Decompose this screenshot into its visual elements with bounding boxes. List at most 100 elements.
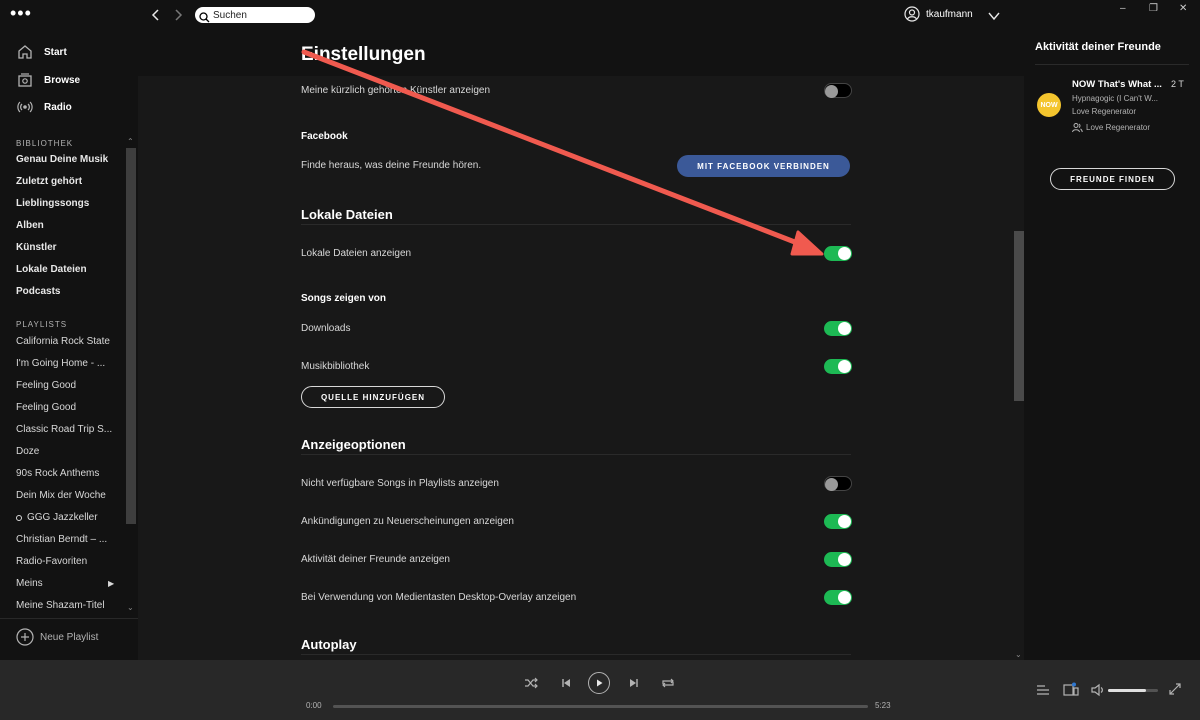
friend-avatar[interactable]: NOW xyxy=(1037,93,1061,117)
scroll-down-icon[interactable]: ⌄ xyxy=(127,603,134,612)
username: tkaufmann xyxy=(926,8,973,20)
playlists-heading: PLAYLISTS xyxy=(16,320,68,329)
playlist-item[interactable]: Dein Mix der Woche xyxy=(16,490,124,501)
library-heading: BIBLIOTHEK xyxy=(16,139,74,148)
toggle-friend-activity[interactable] xyxy=(824,552,852,567)
add-source-button[interactable]: QUELLE HINZUFÜGEN xyxy=(301,386,445,408)
playlist-item[interactable]: Christian Berndt – ... xyxy=(16,534,124,545)
new-playlist-button[interactable]: Neue Playlist xyxy=(16,628,98,646)
users-icon xyxy=(1072,122,1083,133)
playlist-item[interactable]: Doze xyxy=(16,446,124,457)
search-icon xyxy=(199,10,210,22)
library-item-recently-played[interactable]: Zuletzt gehört xyxy=(16,176,124,187)
toggle-knob xyxy=(838,553,851,566)
library-item-albums[interactable]: Alben xyxy=(16,220,124,231)
progress-bar[interactable] xyxy=(333,705,868,708)
playlist-item[interactable]: California Rock State xyxy=(16,336,124,347)
settings-view: Einstellungen Meine kürzlich gehörten Kü… xyxy=(138,30,1024,660)
search-bar[interactable] xyxy=(195,7,315,23)
sidebar-divider xyxy=(0,618,138,619)
nav-item-label: Browse xyxy=(44,74,81,86)
library-item-podcasts[interactable]: Podcasts xyxy=(16,286,124,297)
scroll-up-icon[interactable]: ⌃ xyxy=(127,137,134,146)
nav-item-browse[interactable]: Browse xyxy=(16,69,80,91)
player-bar: 0:00 5:23 xyxy=(0,660,1200,720)
setting-label: Lokale Dateien anzeigen xyxy=(301,248,412,259)
app-menu-button[interactable]: ••• xyxy=(10,4,32,22)
forward-button[interactable] xyxy=(170,7,186,23)
shuffle-icon[interactable] xyxy=(523,675,539,691)
volume-slider[interactable] xyxy=(1108,689,1158,692)
expand-icon[interactable] xyxy=(1168,682,1184,698)
folder-expand-icon[interactable]: ▶ xyxy=(108,579,114,588)
facebook-text: Finde heraus, was deine Freunde hören. xyxy=(301,160,482,171)
play-button[interactable] xyxy=(588,672,610,694)
friends-divider xyxy=(1035,64,1189,65)
toggle-new-releases[interactable] xyxy=(824,514,852,529)
friend-song-link[interactable]: NOW That's What ... xyxy=(1072,79,1170,90)
friend-context-link[interactable]: Love Regenerator xyxy=(1072,122,1150,133)
nav-item-radio[interactable]: Radio xyxy=(16,96,72,118)
library-item-local-files[interactable]: Lokale Dateien xyxy=(16,264,124,275)
playlist-item[interactable]: Feeling Good xyxy=(16,402,124,413)
library-item-artists[interactable]: Künstler xyxy=(16,242,124,253)
volume-fill xyxy=(1108,689,1146,692)
collab-dot-icon xyxy=(16,514,22,521)
playlist-item-collab[interactable]: GGG Jazzkeller xyxy=(16,512,124,523)
playlist-item[interactable]: 90s Rock Anthems xyxy=(16,468,124,479)
setting-label: Nicht verfügbare Songs in Playlists anze… xyxy=(301,478,499,489)
toggle-knob xyxy=(825,478,838,491)
library-item-liked-songs[interactable]: Lieblingssongs xyxy=(16,198,124,209)
friend-activity-panel: – ❐ ✕ Aktivität deiner Freunde NOW NOW T… xyxy=(1024,0,1200,660)
scroll-down-icon[interactable]: ⌄ xyxy=(1015,650,1022,659)
previous-icon[interactable] xyxy=(558,675,574,691)
devices-icon[interactable] xyxy=(1063,682,1079,698)
close-icon[interactable]: ✕ xyxy=(1179,3,1187,14)
nav-item-start[interactable]: Start xyxy=(16,41,67,63)
browse-icon xyxy=(16,71,34,89)
search-input[interactable] xyxy=(213,9,309,21)
facebook-heading: Facebook xyxy=(301,131,348,142)
page-title: Einstellungen xyxy=(301,44,426,65)
next-icon[interactable] xyxy=(626,675,642,691)
chevron-right-icon xyxy=(175,9,183,21)
user-avatar-icon xyxy=(904,6,920,22)
toggle-recent-artists[interactable] xyxy=(824,83,852,98)
toggle-knob xyxy=(838,360,851,373)
total-time: 5:23 xyxy=(875,701,891,710)
setting-label: Bei Verwendung von Medientasten Desktop-… xyxy=(301,592,577,603)
playlist-folder[interactable]: Meins xyxy=(16,578,116,589)
playlist-item[interactable]: Classic Road Trip S... xyxy=(16,424,124,435)
restore-icon[interactable]: ❐ xyxy=(1149,3,1158,14)
plus-circle-icon xyxy=(16,628,34,646)
volume-icon[interactable] xyxy=(1090,682,1106,698)
toggle-unavailable-songs[interactable] xyxy=(824,476,852,491)
minimize-icon[interactable]: – xyxy=(1120,3,1126,14)
user-menu[interactable]: tkaufmann xyxy=(904,6,973,22)
sources-heading: Songs zeigen von xyxy=(301,293,387,304)
library-item-made-for-you[interactable]: Genau Deine Musik xyxy=(16,154,124,165)
back-button[interactable] xyxy=(148,7,164,23)
playlist-item[interactable]: Radio-Favoriten xyxy=(16,556,124,567)
toggle-knob xyxy=(838,322,851,335)
playlist-item[interactable]: Meine Shazam-Titel xyxy=(16,600,124,611)
playlist-item[interactable]: Feeling Good xyxy=(16,380,124,391)
friend-album-link[interactable]: Love Regenerator xyxy=(1072,107,1136,116)
repeat-icon[interactable] xyxy=(660,675,676,691)
sidebar-scroll-thumb[interactable] xyxy=(126,148,136,524)
playlist-item[interactable]: I'm Going Home - ... xyxy=(16,358,124,369)
main-scroll-thumb[interactable] xyxy=(1014,231,1024,401)
chevron-down-icon[interactable] xyxy=(987,9,1001,21)
connect-facebook-button[interactable]: MIT FACEBOOK VERBINDEN xyxy=(677,155,850,177)
autoplay-heading: Autoplay xyxy=(301,637,357,652)
setting-label: Aktivität deiner Freunde anzeigen xyxy=(301,554,450,565)
queue-icon[interactable] xyxy=(1036,683,1052,699)
find-friends-button[interactable]: FREUNDE FINDEN xyxy=(1050,168,1175,190)
display-options-heading: Anzeigeoptionen xyxy=(301,437,406,452)
toggle-show-local-files[interactable] xyxy=(824,246,852,261)
toggle-source-music-library[interactable] xyxy=(824,359,852,374)
toggle-desktop-overlay[interactable] xyxy=(824,590,852,605)
section-divider xyxy=(301,224,851,225)
friend-track-link[interactable]: Hypnagogic (I Can't W... xyxy=(1072,94,1182,103)
toggle-source-downloads[interactable] xyxy=(824,321,852,336)
